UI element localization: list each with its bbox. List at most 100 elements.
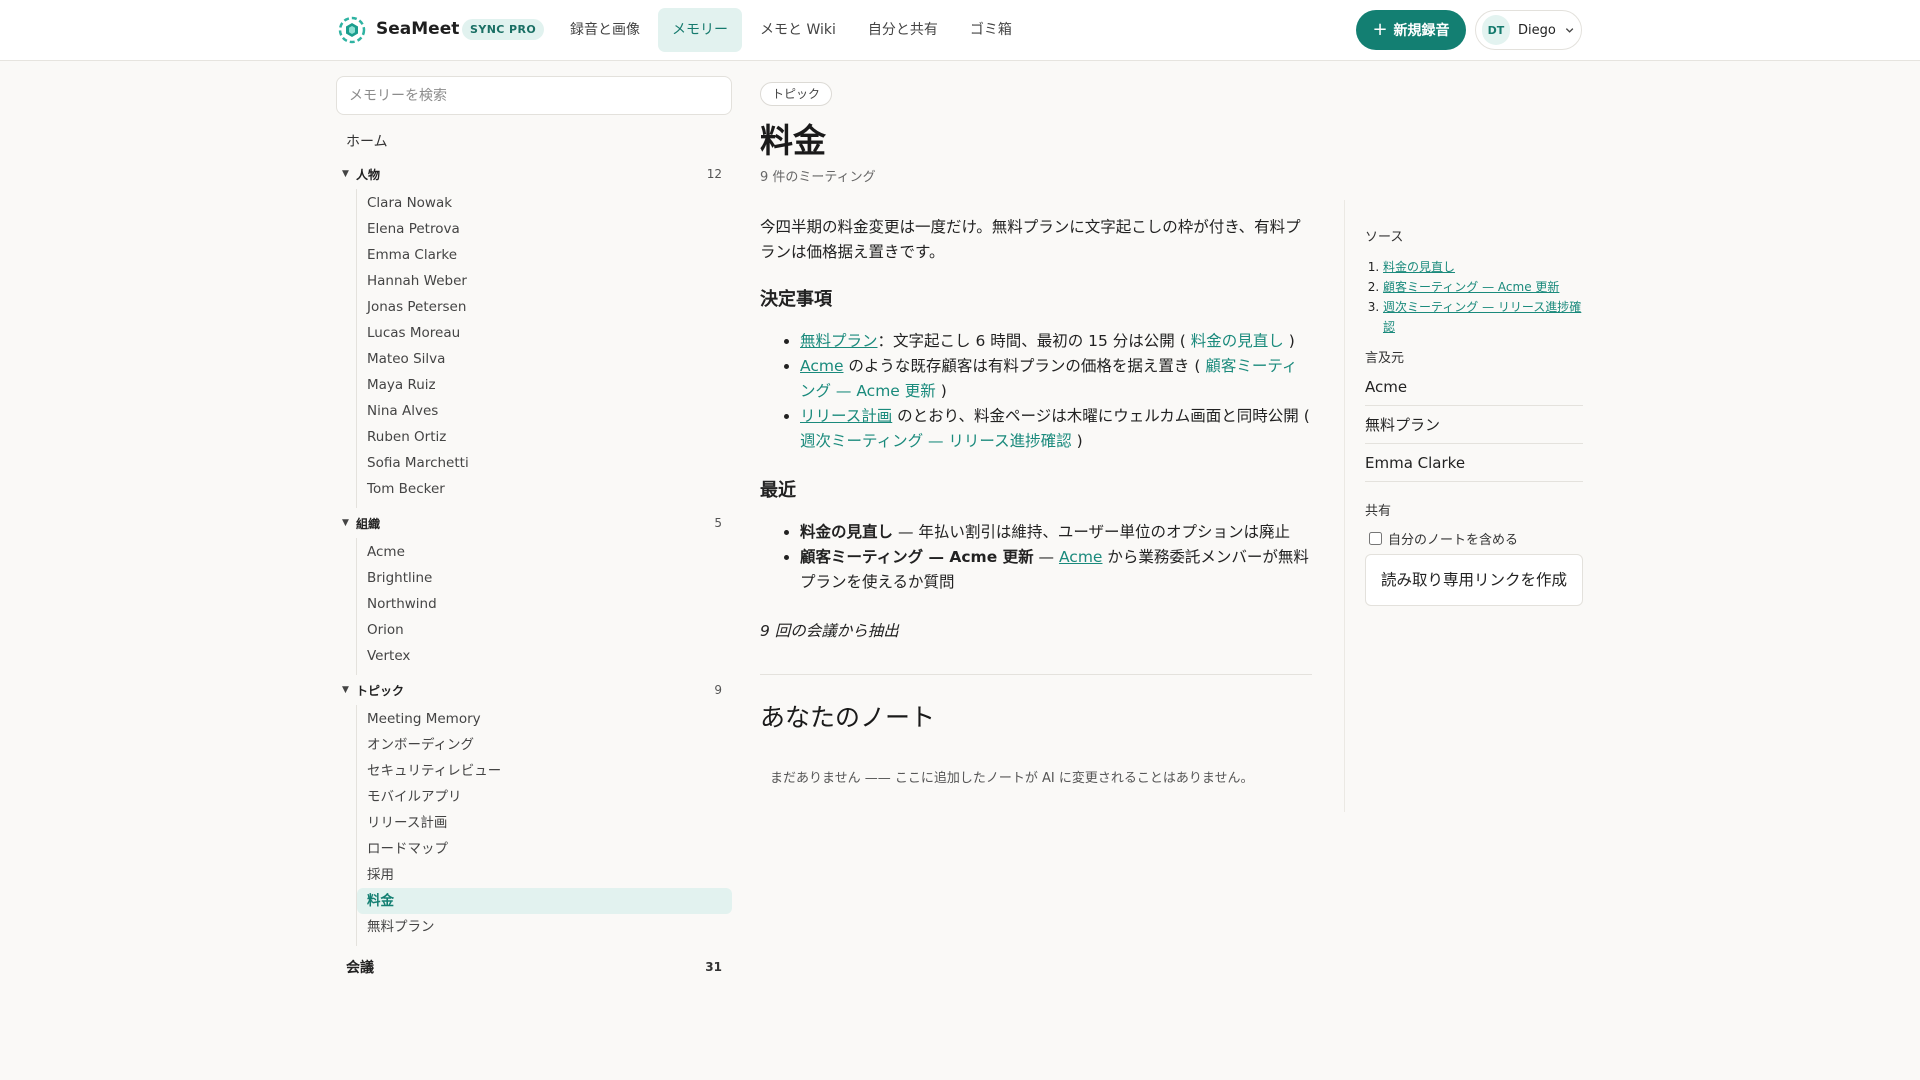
sidebar-item-person[interactable]: Elena Petrova: [357, 216, 732, 242]
sidebar-item-org[interactable]: Acme: [357, 539, 732, 565]
sidebar-item-person[interactable]: Nina Alves: [357, 398, 732, 424]
sidebar-item-person[interactable]: Mateo Silva: [357, 346, 732, 372]
entity-link[interactable]: Acme: [800, 357, 844, 375]
sidebar-item-person[interactable]: Sofia Marchetti: [357, 450, 732, 476]
sidebar-item-topic[interactable]: セキュリティレビュー: [357, 758, 732, 784]
group-people-list: Clara Nowak Elena Petrova Emma Clarke Ha…: [356, 189, 732, 508]
source-link[interactable]: 顧客ミーティング — Acme 更新: [1383, 280, 1559, 294]
citation-link[interactable]: 週次ミーティング — リリース進捗確認: [800, 432, 1072, 450]
entity-link[interactable]: 無料プラン: [800, 332, 878, 350]
main-nav: 録音と画像 メモリー メモと Wiki 自分と共有 ゴミ箱: [556, 8, 1026, 52]
recent-text-sep: —: [1033, 548, 1059, 566]
caret-down-icon: ▼: [342, 685, 349, 695]
sidebar-home[interactable]: ホーム: [336, 125, 732, 159]
nav-recordings[interactable]: 録音と画像: [556, 8, 654, 52]
entity-link[interactable]: リリース計画: [800, 407, 892, 425]
sidebar-item-person[interactable]: Lucas Moreau: [357, 320, 732, 346]
chevron-down-icon: [1565, 28, 1574, 33]
include-notes-label: 自分のノートを含める: [1388, 533, 1519, 548]
nav-shared[interactable]: 自分と共有: [854, 8, 952, 52]
sidebar-item-person[interactable]: Tom Becker: [357, 476, 732, 502]
sidebar-item-person[interactable]: Jonas Petersen: [357, 294, 732, 320]
recent-list: 料金の見直し — 年払い割引は維持、ユーザー単位のオプションは廃止 顧客ミーティ…: [800, 520, 1312, 595]
sidebar-item-topic[interactable]: Meeting Memory: [357, 706, 732, 732]
group-topics-toggle[interactable]: ▼ トピック 9: [336, 675, 732, 705]
sidebar-item-person[interactable]: Hannah Weber: [357, 268, 732, 294]
right-rail: ソース 料金の見直し 顧客ミーティング — Acme 更新 週次ミーティング —…: [1365, 226, 1583, 606]
group-orgs-list: Acme Brightline Northwind Orion Vertex: [356, 538, 732, 675]
group-topics-count: 9: [714, 683, 722, 697]
page-title: 料金: [760, 121, 826, 160]
meetings-label: 会議: [346, 960, 374, 976]
group-orgs-label: 組織: [356, 516, 381, 531]
paren-close: ): [1288, 332, 1295, 350]
decision-item: Acme のような既存顧客は有料プランの価格を据え置き ( 顧客ミーティング —…: [800, 354, 1312, 404]
notes-heading: あなたのノート: [760, 703, 936, 732]
user-menu-button[interactable]: DT Diego: [1475, 10, 1582, 50]
decisions-list: 無料プラン：文字起こし 6 時間、最初の 15 分は公開 ( 料金の見直し ) …: [800, 329, 1312, 454]
sidebar-item-topic[interactable]: モバイルアプリ: [357, 784, 732, 810]
sidebar-item-person[interactable]: Maya Ruiz: [357, 372, 732, 398]
extracted-note: 9 回の会議から抽出: [760, 622, 899, 640]
rail-divider: [1344, 200, 1345, 812]
mention-item[interactable]: Emma Clarke: [1365, 444, 1583, 482]
entity-link[interactable]: Acme: [1059, 548, 1103, 566]
sidebar-item-topic[interactable]: オンボーディング: [357, 732, 732, 758]
decision-text: のとおり、料金ページは木曜にウェルカム画面と同時公開 (: [892, 407, 1310, 425]
nav-notes-wiki[interactable]: メモと Wiki: [746, 8, 850, 52]
sidebar-item-person[interactable]: Clara Nowak: [357, 190, 732, 216]
paren-close: ): [940, 382, 947, 400]
sidebar-item-org[interactable]: Vertex: [357, 643, 732, 669]
group-people-toggle[interactable]: ▼ 人物 12: [336, 159, 732, 189]
section-divider: [760, 674, 1312, 675]
sidebar-item-topic[interactable]: 無料プラン: [357, 914, 732, 940]
decision-item: 無料プラン：文字起こし 6 時間、最初の 15 分は公開 ( 料金の見直し ): [800, 329, 1312, 354]
mention-item[interactable]: 無料プラン: [1365, 406, 1583, 444]
sidebar-item-person[interactable]: Emma Clarke: [357, 242, 732, 268]
sidebar-meetings[interactable]: 会議 31: [336, 950, 732, 984]
sidebar-item-topic[interactable]: 採用: [357, 862, 732, 888]
avatar: DT: [1482, 15, 1510, 45]
share-label: 共有: [1365, 504, 1392, 519]
sidebar-item-org[interactable]: Orion: [357, 617, 732, 643]
caret-down-icon: ▼: [342, 518, 349, 528]
group-orgs-toggle[interactable]: ▼ 組織 5: [336, 508, 732, 538]
sidebar-item-topic[interactable]: ロードマップ: [357, 836, 732, 862]
create-readonly-link-button[interactable]: 読み取り専用リンクを作成: [1365, 554, 1583, 606]
source-item: 週次ミーティング — リリース進捗確認: [1383, 297, 1583, 337]
seameet-logo-icon[interactable]: [338, 16, 366, 44]
new-recording-button[interactable]: + 新規録音: [1356, 10, 1466, 50]
nav-trash[interactable]: ゴミ箱: [956, 8, 1026, 52]
recent-heading: 最近: [760, 480, 796, 501]
memory-sidebar: ホーム ▼ 人物 12 Clara Nowak Elena Petrova Em…: [336, 125, 732, 984]
citation-link[interactable]: 料金の見直し: [1191, 332, 1284, 350]
include-notes-row: 自分のノートを含める: [1365, 529, 1583, 548]
mention-item[interactable]: Acme: [1365, 368, 1583, 406]
recent-meeting-title[interactable]: 料金の見直し: [800, 523, 893, 541]
group-topics-label: トピック: [356, 683, 405, 698]
memory-search-input[interactable]: [336, 76, 732, 115]
sidebar-item-person[interactable]: Ruben Ortiz: [357, 424, 732, 450]
recent-meeting-title[interactable]: 顧客ミーティング — Acme 更新: [800, 548, 1034, 566]
group-topics-list: Meeting Memory オンボーディング セキュリティレビュー モバイルア…: [356, 705, 732, 946]
user-name: Diego: [1517, 22, 1556, 38]
sources-list: 料金の見直し 顧客ミーティング — Acme 更新 週次ミーティング — リリー…: [1383, 257, 1583, 337]
source-link[interactable]: 週次ミーティング — リリース進捗確認: [1383, 300, 1581, 334]
sidebar-item-topic-active[interactable]: 料金: [357, 888, 732, 914]
mentions-label: 言及元: [1365, 351, 1405, 366]
sidebar-item-org[interactable]: Brightline: [357, 565, 732, 591]
sidebar-item-org[interactable]: Northwind: [357, 591, 732, 617]
group-people-count: 12: [706, 167, 722, 181]
sidebar-item-topic[interactable]: リリース計画: [357, 810, 732, 836]
type-tag: トピック: [760, 82, 833, 106]
brand-name[interactable]: SeaMeet: [376, 19, 459, 39]
paren-close: ): [1076, 432, 1083, 450]
recent-text: — 年払い割引は維持、ユーザー単位のオプションは廃止: [893, 523, 1291, 541]
decisions-heading: 決定事項: [760, 289, 832, 310]
source-link[interactable]: 料金の見直し: [1383, 260, 1455, 274]
include-notes-checkbox[interactable]: [1369, 532, 1382, 545]
top-bar: SeaMeet SYNC PRO 録音と画像 メモリー メモと Wiki 自分と…: [0, 0, 1920, 61]
group-people-label: 人物: [356, 167, 381, 182]
nav-memory[interactable]: メモリー: [658, 8, 742, 52]
decision-text: ：文字起こし 6 時間、最初の 15 分は公開 (: [877, 332, 1186, 350]
